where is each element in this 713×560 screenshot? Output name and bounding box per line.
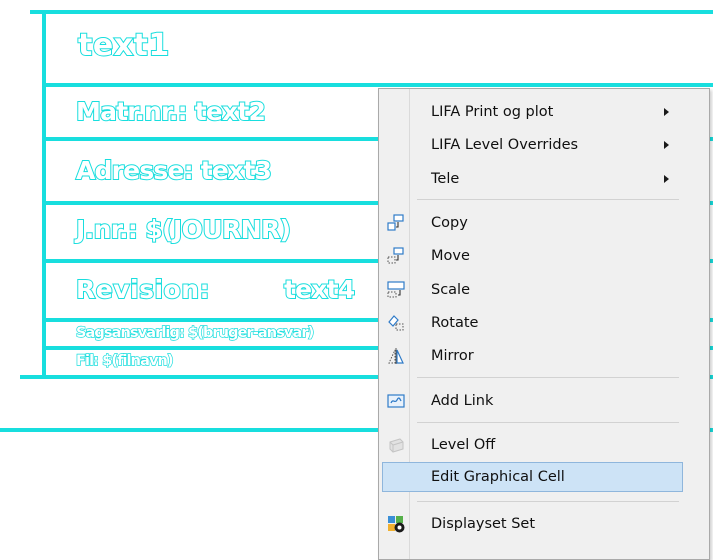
menu-item-mirror[interactable]: Mirror	[382, 341, 683, 371]
menu-item-label: Level Off	[431, 437, 496, 453]
menu-item-level-off[interactable]: Level Off	[382, 430, 683, 460]
displayset-icon	[388, 516, 405, 533]
level-off-icon	[389, 438, 404, 453]
drawing-adresse-text: Adresse: text3	[75, 155, 273, 186]
drawing-line	[30, 10, 713, 14]
menu-item-label: Rotate	[431, 315, 479, 331]
scale-icon	[387, 281, 405, 298]
menu-item-label: Displayset Set	[431, 516, 536, 532]
menu-item-label: LIFA Print og plot	[431, 104, 554, 120]
menu-item-copy[interactable]: Copy	[382, 208, 683, 238]
rotate-icon	[388, 315, 404, 331]
drawing-revision-label: Revision:	[75, 274, 211, 305]
menu-item-label: Move	[431, 248, 470, 264]
menu-item-edit-graphical-cell[interactable]: Edit Graphical Cell	[382, 462, 683, 492]
menu-item-label: Mirror	[431, 348, 474, 364]
move-icon	[387, 247, 404, 264]
menu-item-rotate[interactable]: Rotate	[382, 308, 683, 338]
menu-item-label: Scale	[431, 282, 471, 298]
drawing-line	[42, 10, 46, 379]
menu-item-label: Edit Graphical Cell	[431, 469, 565, 485]
menu-item-lifa-print-og-plot[interactable]: LIFA Print og plot	[382, 97, 683, 127]
menu-item-label: Tele	[431, 171, 460, 187]
mirror-icon	[388, 348, 404, 364]
drawing-line	[46, 83, 713, 87]
submenu-arrow-icon	[664, 141, 669, 149]
drawing-sagsansvarlig-text: Sagsansvarlig: $(bruger-ansvar)	[75, 324, 315, 341]
menu-separator	[417, 377, 679, 378]
copy-icon	[387, 214, 404, 231]
menu-item-displayset-set[interactable]: Displayset Set	[382, 509, 683, 539]
menu-separator	[417, 422, 679, 423]
context-menu: LIFA Print og plot LIFA Level Overrides …	[378, 88, 710, 560]
drawing-matr-text: Matr.nr.: text2	[75, 96, 267, 127]
drawing-revision-value: text4	[283, 274, 356, 305]
menu-item-scale[interactable]: Scale	[382, 275, 683, 305]
menu-item-lifa-level-overrides[interactable]: LIFA Level Overrides	[382, 130, 683, 160]
drawing-title-text: text1	[77, 27, 170, 64]
menu-item-label: LIFA Level Overrides	[431, 137, 579, 153]
drawing-fil-text: Fil: $(filnavn)	[75, 352, 174, 369]
menu-item-label: Copy	[431, 215, 468, 231]
menu-item-move[interactable]: Move	[382, 241, 683, 271]
menu-item-label: Add Link	[431, 393, 494, 409]
menu-item-tele[interactable]: Tele	[382, 164, 683, 194]
menu-separator	[417, 199, 679, 200]
link-icon	[387, 394, 405, 408]
submenu-arrow-icon	[664, 175, 669, 183]
menu-item-add-link[interactable]: Add Link	[382, 386, 683, 416]
drawing-jnr-text: J.nr.: $(JOURNR)	[75, 214, 292, 245]
menu-separator	[417, 501, 679, 502]
submenu-arrow-icon	[664, 108, 669, 116]
